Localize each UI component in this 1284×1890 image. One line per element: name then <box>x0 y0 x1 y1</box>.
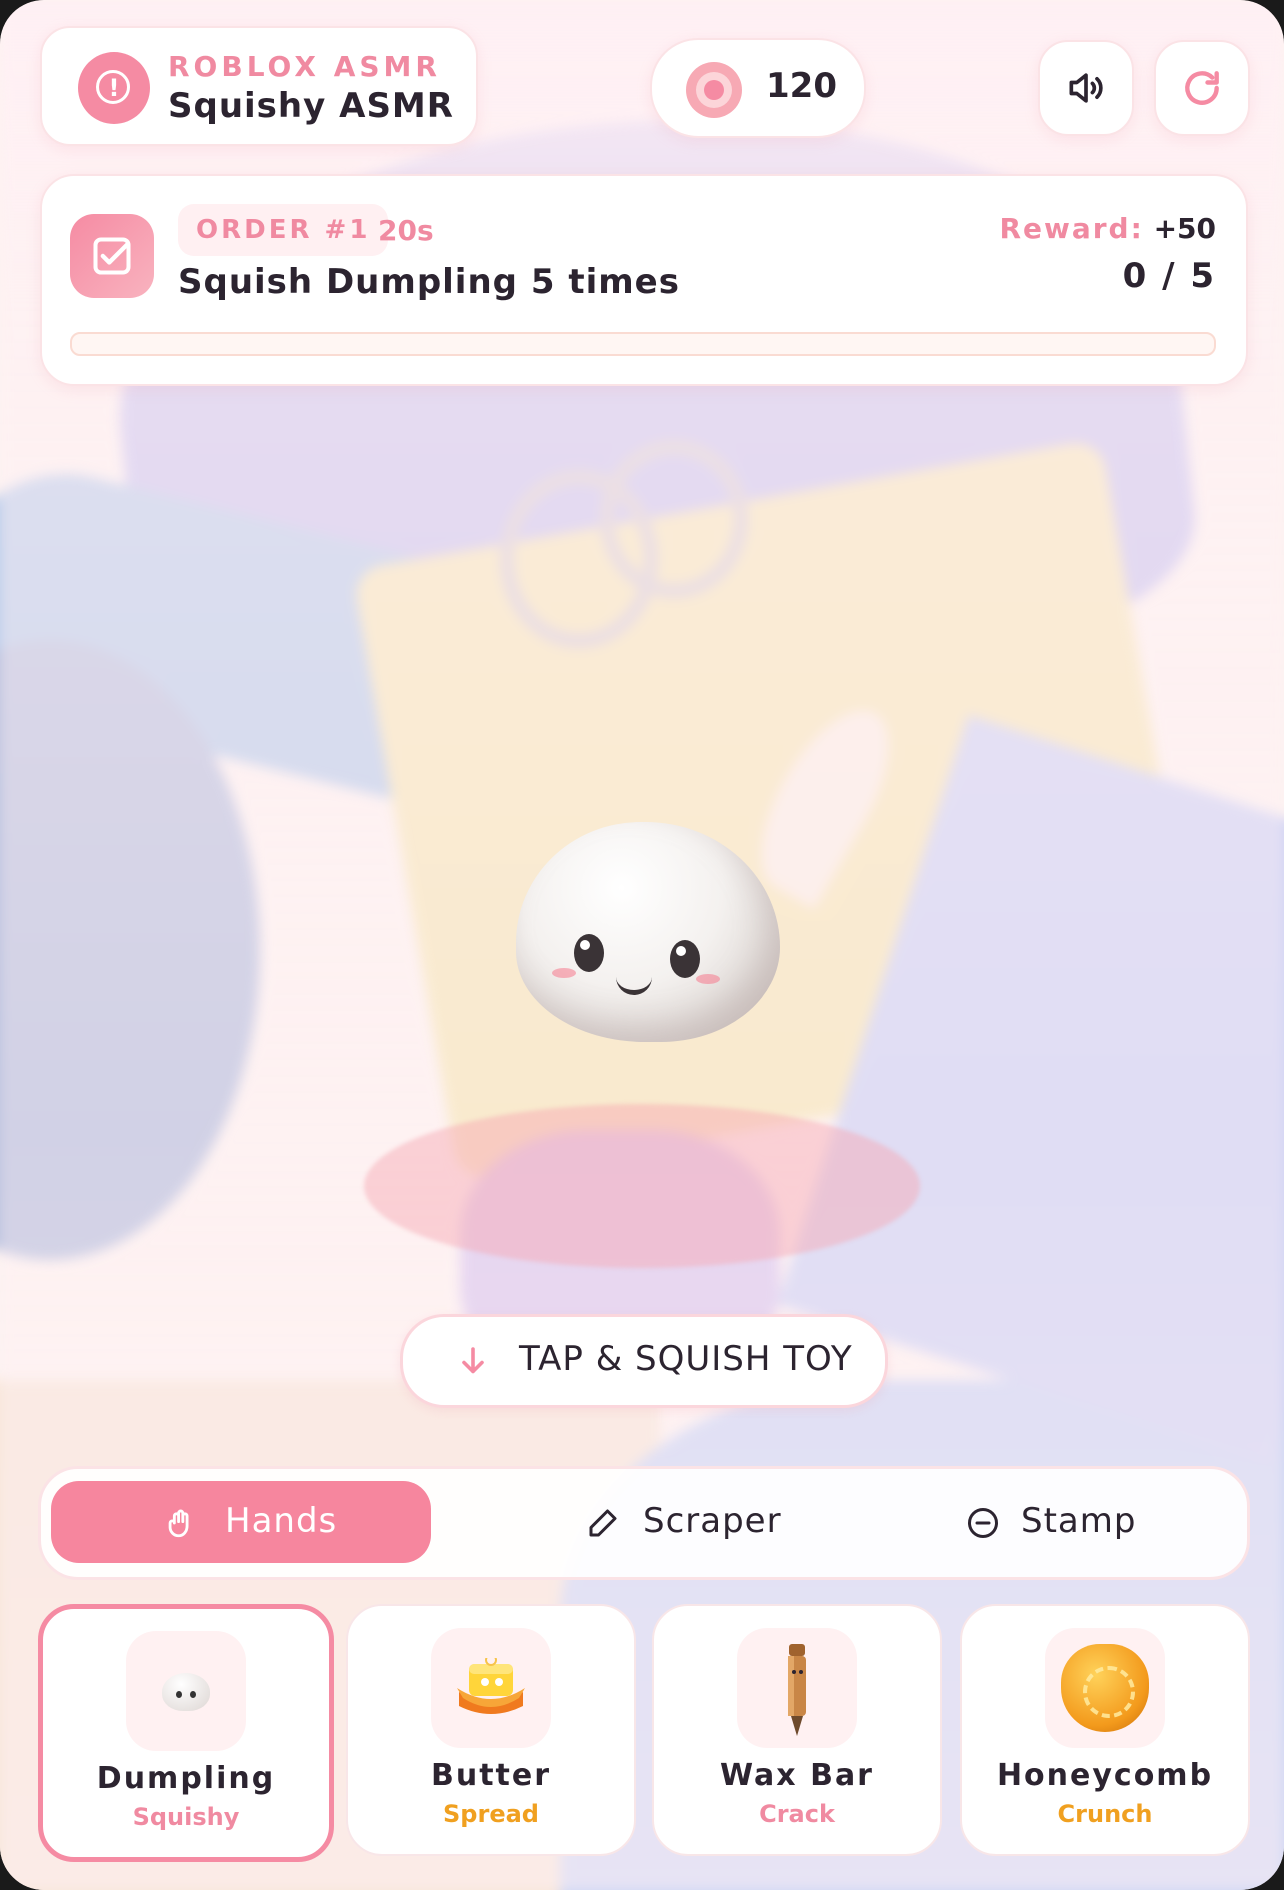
order-task: Squish Dumpling 5 times <box>178 262 680 302</box>
toy-type: Spread <box>443 1800 539 1828</box>
tap-hint-label: TAP & SQUISH TOY <box>519 1339 853 1379</box>
tool-scraper-label: Scraper <box>643 1501 782 1541</box>
minus-circle-icon <box>968 1508 998 1538</box>
toy-name: Wax Bar <box>720 1758 874 1793</box>
toy-type: Crack <box>759 1800 835 1828</box>
tool-hands[interactable]: Hands <box>51 1481 431 1563</box>
order-badge: ORDER #1 <box>178 204 389 256</box>
game-screen: ! ROBLOX ASMR Squishy ASMR 120 ORDER #1 … <box>0 0 1284 1890</box>
toy-card-dumpling[interactable]: Dumpling Squishy <box>38 1604 334 1862</box>
order-progress-bar <box>70 332 1216 356</box>
order-reward: Reward: +50 <box>999 212 1216 245</box>
title-card: ! ROBLOX ASMR Squishy ASMR <box>40 26 478 146</box>
coin-icon <box>686 62 742 118</box>
order-progress-count: 0 / 5 <box>1122 256 1216 296</box>
dumpling-thumb-icon <box>126 1631 246 1751</box>
toy-card-wax-bar[interactable]: Wax Bar Crack <box>652 1604 942 1856</box>
toy-card-honeycomb[interactable]: Honeycomb Crunch <box>960 1604 1250 1856</box>
toy-shadow <box>364 1104 920 1268</box>
arrow-down-icon <box>462 1347 484 1374</box>
toy-name: Dumpling <box>96 1761 276 1796</box>
tool-stamp-label: Stamp <box>1021 1501 1137 1541</box>
toy-card-butter[interactable]: Butter Spread <box>346 1604 636 1856</box>
toy-name: Butter <box>430 1758 552 1793</box>
reward-label: Reward: <box>999 212 1144 245</box>
pencil-icon <box>589 1509 617 1537</box>
wax-bar-thumb-icon <box>737 1628 857 1748</box>
dumpling-toy[interactable] <box>516 822 780 1042</box>
order-card: ORDER #1 20s Squish Dumpling 5 times Rew… <box>40 174 1248 386</box>
game-title: Squishy ASMR <box>168 86 454 126</box>
toy-type: Crunch <box>1057 1800 1153 1828</box>
hand-icon <box>168 1509 189 1538</box>
tool-scraper[interactable]: Scraper <box>451 1481 831 1563</box>
tool-selector: Hands Scraper Stamp <box>38 1466 1250 1580</box>
refresh-icon <box>1185 71 1219 105</box>
brand-subtitle: ROBLOX ASMR <box>168 50 441 83</box>
coin-count: 120 <box>766 66 837 106</box>
tool-stamp[interactable]: Stamp <box>853 1481 1233 1563</box>
tap-hint-button[interactable]: TAP & SQUISH TOY <box>400 1314 888 1408</box>
reward-value: +50 <box>1153 212 1216 245</box>
sound-button[interactable] <box>1038 40 1134 136</box>
alert-circle-icon[interactable]: ! <box>78 52 150 124</box>
order-timer: 20s <box>378 214 434 247</box>
honeycomb-thumb-icon <box>1045 1628 1165 1748</box>
reset-button[interactable] <box>1154 40 1250 136</box>
tool-hands-label: Hands <box>225 1501 338 1541</box>
coin-counter: 120 <box>650 38 866 138</box>
butter-thumb-icon <box>431 1628 551 1748</box>
toy-name: Honeycomb <box>996 1758 1214 1793</box>
toy-type: Squishy <box>132 1803 240 1831</box>
speaker-icon <box>1069 73 1103 103</box>
checkbox-icon <box>70 214 154 298</box>
